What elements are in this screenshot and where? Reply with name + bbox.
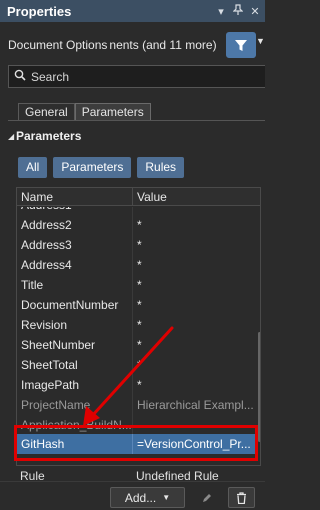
param-name: Revision (17, 315, 133, 335)
param-value: * (137, 258, 142, 272)
table-row[interactable]: ProjectName Hierarchical Exampl... (17, 395, 257, 415)
scrollbar-thumb[interactable] (258, 332, 260, 442)
grid-header: Name Value (17, 188, 260, 206)
tab-parameters[interactable]: Parameters (74, 103, 151, 121)
table-row[interactable]: SheetNumber * (17, 335, 257, 355)
filter-icon (235, 39, 247, 51)
tab-divider (8, 120, 265, 121)
param-name: Title (17, 275, 133, 295)
table-row[interactable]: DocumentNumber * (17, 295, 257, 315)
table-row[interactable]: Address4 * (17, 255, 257, 275)
param-name: ImagePath (17, 375, 133, 395)
rule-row[interactable]: Rule Undefined Rule (16, 466, 261, 486)
filter-all-button[interactable]: All (18, 157, 48, 178)
param-name: DocumentNumber (17, 295, 133, 315)
add-button[interactable]: Add... ▼ (110, 487, 185, 508)
tab-strip: General Parameters (18, 103, 151, 121)
param-value: * (137, 298, 142, 312)
param-value: Hierarchical Exampl... (137, 398, 254, 412)
table-row[interactable]: Address1 (17, 207, 257, 215)
delete-button[interactable] (228, 487, 255, 508)
document-options-label: Document Options (8, 38, 108, 52)
rule-value: Undefined Rule (136, 469, 219, 483)
collapse-caret-icon[interactable]: ◢ (0, 132, 14, 141)
table-row[interactable]: Application_BuildN... (17, 415, 257, 435)
selection-summary: nents (and 11 more) (109, 38, 217, 52)
param-value (133, 207, 257, 215)
param-value: * (137, 238, 142, 252)
table-row[interactable]: ImagePath * (17, 375, 257, 395)
filter-dropdown-icon[interactable]: ▼ (256, 36, 265, 54)
param-name: Application_BuildN... (17, 415, 133, 435)
search-icon (9, 69, 31, 84)
table-row[interactable]: Title * (17, 275, 257, 295)
parameters-section-header[interactable]: ◢ Parameters (0, 127, 265, 145)
param-name: Address2 (17, 215, 133, 235)
tab-general[interactable]: General (18, 103, 75, 121)
pin-icon[interactable] (231, 4, 245, 18)
param-name: Address3 (17, 235, 133, 255)
param-name: ProjectName (17, 395, 133, 415)
panel-title: Properties (7, 3, 72, 19)
table-row[interactable]: Address3 * (17, 235, 257, 255)
table-row[interactable]: Revision * (17, 315, 257, 335)
param-value: * (137, 318, 142, 332)
dropdown-icon[interactable]: ▾ (214, 5, 228, 18)
grid-body: Address1 Address2 * Address3 * Address4 … (17, 207, 257, 465)
param-name: SheetTotal (17, 355, 133, 375)
filter-rules-button[interactable]: Rules (137, 157, 185, 178)
grid-scrollbar[interactable] (257, 207, 260, 465)
chevron-down-icon: ▼ (162, 493, 171, 502)
trash-icon (237, 491, 246, 504)
param-name: SheetNumber (17, 335, 133, 355)
filter-chips: All Parameters Rules (18, 157, 190, 178)
panel-titlebar: Properties ▾ ✕ (0, 0, 265, 22)
table-row[interactable]: Address2 * (17, 215, 257, 235)
table-row[interactable]: SheetTotal * (17, 355, 257, 375)
param-value: * (137, 358, 142, 372)
column-header-name[interactable]: Name (17, 188, 133, 205)
footer-divider (0, 481, 265, 482)
filter-button[interactable] (226, 32, 256, 58)
table-row-selected[interactable]: GitHash =VersionControl_Pr... (17, 434, 257, 454)
rule-label: Rule (20, 469, 45, 483)
section-title: Parameters (16, 129, 82, 143)
parameters-grid: Name Value Address1 Address2 * Address3 … (16, 187, 261, 466)
param-value: * (137, 378, 142, 392)
add-button-label: Add... (124, 490, 157, 505)
param-name: Address1 (17, 207, 133, 215)
param-name: Address4 (17, 255, 133, 275)
search-box (8, 65, 265, 88)
param-value (133, 415, 257, 435)
param-value: =VersionControl_Pr... (137, 437, 251, 451)
column-header-value[interactable]: Value (133, 188, 167, 205)
document-options-row: Document Options nents (and 11 more) ▼ (0, 30, 265, 60)
param-value: * (137, 278, 142, 292)
pencil-icon (203, 493, 211, 502)
filter-parameters-button[interactable]: Parameters (53, 157, 132, 178)
param-value: * (137, 218, 142, 232)
param-value: * (137, 338, 142, 352)
param-name: GitHash (17, 434, 133, 454)
close-icon[interactable]: ✕ (248, 5, 262, 18)
search-input[interactable] (31, 69, 231, 84)
edit-button[interactable] (196, 487, 218, 508)
